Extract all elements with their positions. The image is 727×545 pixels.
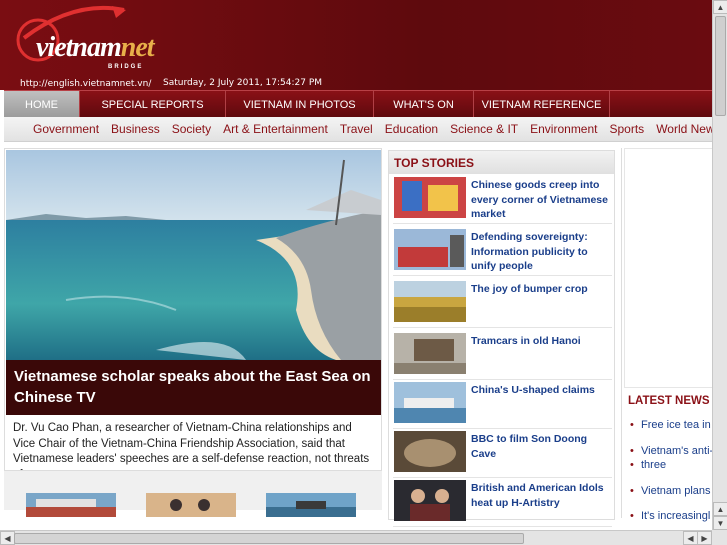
- story-item[interactable]: Defending sovereignty: Information publi…: [393, 227, 612, 276]
- thumbnail-image[interactable]: [26, 493, 116, 517]
- story-thumbnail[interactable]: [394, 177, 466, 218]
- latest-news-item[interactable]: Vietnam plans: [627, 484, 713, 499]
- category-sports[interactable]: Sports: [604, 122, 651, 136]
- story-thumbnail[interactable]: [394, 480, 466, 521]
- story-item[interactable]: The joy of bumper crop: [393, 279, 612, 328]
- nav-special-reports[interactable]: SPECIAL REPORTS: [80, 91, 226, 118]
- nav-home[interactable]: HOME: [4, 91, 80, 118]
- site-header: vietnamnet BRIDGE http://english.vietnam…: [0, 0, 712, 90]
- nav-whats-on[interactable]: WHAT'S ON: [374, 91, 474, 118]
- latest-news-item-continued[interactable]: three: [627, 458, 713, 473]
- story-item[interactable]: British and American Idols heat up H-Art…: [393, 478, 612, 527]
- category-nav: Government Business Society Art & Entert…: [4, 117, 721, 142]
- story-thumbnail[interactable]: [394, 382, 466, 423]
- scroll-down-icon[interactable]: ▼: [713, 516, 727, 530]
- latest-news-heading: LATEST NEWS: [623, 395, 712, 415]
- category-government[interactable]: Government: [4, 122, 105, 136]
- scroll-up-icon[interactable]: ▲: [713, 0, 727, 14]
- featured-thumbnails: [4, 470, 382, 517]
- featured-article: Vietnamese scholar speaks about the East…: [4, 148, 382, 483]
- scroll-left-icon[interactable]: ◀: [683, 531, 698, 545]
- featured-image[interactable]: [6, 150, 381, 360]
- scrollbar-corner: [712, 530, 727, 545]
- category-environment[interactable]: Environment: [524, 122, 603, 136]
- vertical-scroll-thumb[interactable]: [715, 16, 726, 116]
- story-item[interactable]: China's U-shaped claims: [393, 380, 612, 429]
- scroll-right-icon[interactable]: ▶: [697, 531, 712, 545]
- story-item[interactable]: Chinese goods creep into every corner of…: [393, 175, 612, 224]
- vertical-scrollbar[interactable]: ▲ ▲ ▼: [712, 0, 727, 530]
- scroll-up-icon[interactable]: ▲: [713, 502, 727, 516]
- story-title[interactable]: The joy of bumper crop: [471, 282, 611, 297]
- latest-news-item[interactable]: Vietnam's anti-: [627, 444, 713, 459]
- story-title[interactable]: British and American Idols heat up H-Art…: [471, 481, 611, 510]
- site-url[interactable]: http://english.vietnamnet.vn/: [20, 79, 151, 89]
- current-datetime: Saturday, 2 July 2011, 17:54:27 PM: [163, 78, 323, 88]
- story-thumbnail[interactable]: [394, 333, 466, 374]
- horizontal-scrollbar[interactable]: ◀ ◀ ▶: [0, 530, 712, 545]
- story-item[interactable]: Tramcars in old Hanoi: [393, 331, 612, 380]
- story-title[interactable]: Tramcars in old Hanoi: [471, 334, 611, 349]
- category-science-it[interactable]: Science & IT: [444, 122, 524, 136]
- latest-news-list: Free ice tea in Vietnam's anti- three Vi…: [627, 418, 713, 535]
- category-art-entertainment[interactable]: Art & Entertainment: [217, 122, 334, 136]
- story-title[interactable]: BBC to film Son Doong Cave: [471, 432, 611, 461]
- nav-vietnam-reference[interactable]: VIETNAM REFERENCE: [474, 91, 610, 118]
- ad-placeholder: [624, 148, 713, 388]
- story-thumbnail[interactable]: [394, 281, 466, 322]
- main-nav: HOME SPECIAL REPORTS VIETNAM IN PHOTOS W…: [4, 90, 712, 118]
- nav-vietnam-in-photos[interactable]: VIETNAM IN PHOTOS: [226, 91, 374, 118]
- category-society[interactable]: Society: [166, 122, 217, 136]
- latest-news-item[interactable]: It's increasingl: [627, 509, 713, 524]
- latest-news-item[interactable]: Free ice tea in: [627, 418, 713, 433]
- featured-title[interactable]: Vietnamese scholar speaks about the East…: [14, 366, 376, 408]
- top-stories: TOP STORIES Chinese goods creep into eve…: [388, 150, 615, 527]
- story-item[interactable]: BBC to film Son Doong Cave: [393, 429, 612, 478]
- story-thumbnail[interactable]: [394, 229, 466, 270]
- horizontal-scroll-thumb[interactable]: [14, 533, 524, 544]
- story-title[interactable]: Defending sovereignty: Information publi…: [471, 230, 611, 274]
- story-thumbnail[interactable]: [394, 431, 466, 472]
- top-stories-heading: TOP STORIES: [389, 151, 614, 174]
- logo-subtitle: BRIDGE: [108, 64, 144, 70]
- category-travel[interactable]: Travel: [334, 122, 379, 136]
- thumbnail-image[interactable]: [266, 493, 356, 517]
- thumbnail-image[interactable]: [146, 493, 236, 517]
- site-logo[interactable]: vietnamnet BRIDGE: [14, 4, 155, 74]
- category-business[interactable]: Business: [105, 122, 166, 136]
- story-title[interactable]: Chinese goods creep into every corner of…: [471, 178, 611, 222]
- logo-wordmark: vietnamnet: [36, 32, 155, 63]
- story-title[interactable]: China's U-shaped claims: [471, 383, 611, 398]
- category-education[interactable]: Education: [379, 122, 444, 136]
- featured-caption: Vietnamese scholar speaks about the East…: [6, 360, 381, 415]
- scroll-left-icon[interactable]: ◀: [0, 531, 15, 545]
